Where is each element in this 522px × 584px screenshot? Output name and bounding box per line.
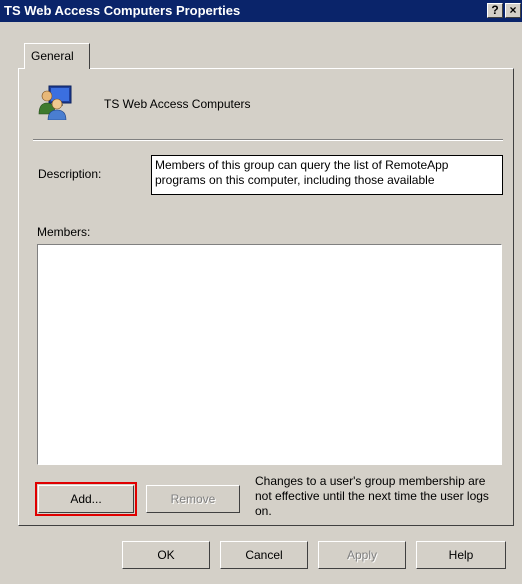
users-group-icon [38,85,72,120]
description-field[interactable]: Members of this group can query the list… [151,155,503,195]
help-icon[interactable]: ? [487,3,503,18]
add-button[interactable]: Add... [35,482,137,516]
help-button[interactable]: Help [416,541,506,569]
cancel-button[interactable]: Cancel [220,541,308,569]
divider [33,139,503,141]
members-list[interactable] [37,244,502,465]
tab-general[interactable]: General [24,43,90,69]
properties-dialog: TS Web Access Computers Properties ? × G… [0,0,522,584]
members-label: Members: [37,225,91,239]
membership-note: Changes to a user's group membership are… [255,474,489,518]
tab-general-label: General [31,49,74,63]
apply-button[interactable]: Apply [318,541,406,569]
window-title: TS Web Access Computers Properties [4,3,241,18]
close-icon[interactable]: × [505,3,521,18]
description-label: Description: [38,167,102,181]
title-bar: TS Web Access Computers Properties ? × [0,0,522,22]
remove-button[interactable]: Remove [146,485,240,513]
group-name: TS Web Access Computers [104,97,251,111]
ok-button[interactable]: OK [122,541,210,569]
